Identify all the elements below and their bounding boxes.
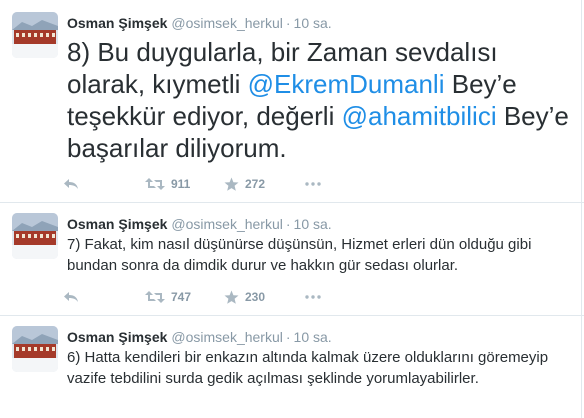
favorite-button[interactable]: 230: [224, 287, 265, 307]
tweet-timestamp[interactable]: 10 sa.: [294, 216, 332, 232]
header-separator: ·: [285, 329, 291, 345]
tweet-header: Osman Şimşek @osimsek_herkul · 10 sa.: [67, 14, 332, 32]
avatar[interactable]: [12, 12, 58, 58]
reply-button[interactable]: [63, 287, 79, 307]
retweet-button[interactable]: 911: [145, 174, 190, 194]
retweet-count: 747: [171, 290, 192, 304]
avatar[interactable]: [12, 326, 58, 372]
retweet-count: 911: [171, 177, 191, 191]
author-handle[interactable]: @osimsek_herkul: [171, 15, 282, 31]
tweet-divider: [0, 315, 584, 316]
tweet-item[interactable]: Osman Şimşek @osimsek_herkul · 10 sa. 6) Ha…: [0, 326, 584, 418]
more-icon: [305, 182, 321, 186]
tweet-text: 8) Bu duygularla, bir Zaman sevdalısı ol…: [67, 36, 572, 164]
tweet-timestamp[interactable]: 10 sa.: [294, 15, 332, 31]
header-separator: ·: [285, 216, 291, 232]
favorite-icon: [224, 290, 239, 304]
more-button[interactable]: [305, 287, 321, 307]
mention-link[interactable]: @ahamitbilici: [342, 101, 497, 131]
author-name[interactable]: Osman Şimşek: [67, 15, 167, 31]
tweet-item[interactable]: Osman Şimşek @osimsek_herkul · 10 sa. 7) Fa…: [0, 213, 584, 313]
retweet-icon: [145, 178, 165, 190]
tweet-header: Osman Şimşek @osimsek_herkul · 10 sa.: [67, 215, 332, 233]
tweet-item[interactable]: Osman Şimşek @osimsek_herkul · 10 sa. 8) Bu…: [0, 12, 584, 200]
retweet-button[interactable]: 747: [145, 287, 191, 307]
author-handle[interactable]: @osimsek_herkul: [171, 329, 282, 345]
tweet-feed: Osman Şimşek @osimsek_herkul · 10 sa. 8) Bu…: [0, 0, 584, 418]
tweet-divider: [0, 202, 584, 203]
favorite-button[interactable]: 272: [224, 174, 265, 194]
avatar[interactable]: [12, 213, 58, 259]
more-icon: [305, 295, 321, 299]
reply-icon: [64, 179, 78, 189]
reply-button[interactable]: [63, 174, 79, 194]
favorite-icon: [224, 177, 239, 191]
retweet-icon: [145, 291, 165, 303]
reply-icon: [64, 292, 78, 302]
tweet-timestamp[interactable]: 10 sa.: [294, 329, 332, 345]
tweet-header: Osman Şimşek @osimsek_herkul · 10 sa.: [67, 328, 332, 346]
mention-link[interactable]: @EkremDumanli: [248, 69, 445, 99]
author-name[interactable]: Osman Şimşek: [67, 329, 167, 345]
author-handle[interactable]: @osimsek_herkul: [171, 216, 282, 232]
author-name[interactable]: Osman Şimşek: [67, 216, 167, 232]
header-separator: ·: [285, 15, 291, 31]
more-button[interactable]: [305, 174, 321, 194]
tweet-text: 7) Fakat, kim nasıl düşünürse düşünsün, …: [67, 236, 532, 274]
favorite-count: 272: [245, 177, 266, 191]
favorite-count: 230: [245, 290, 266, 304]
tweet-text: 6) Hatta kendileri bir enkazın altında k…: [67, 349, 549, 387]
